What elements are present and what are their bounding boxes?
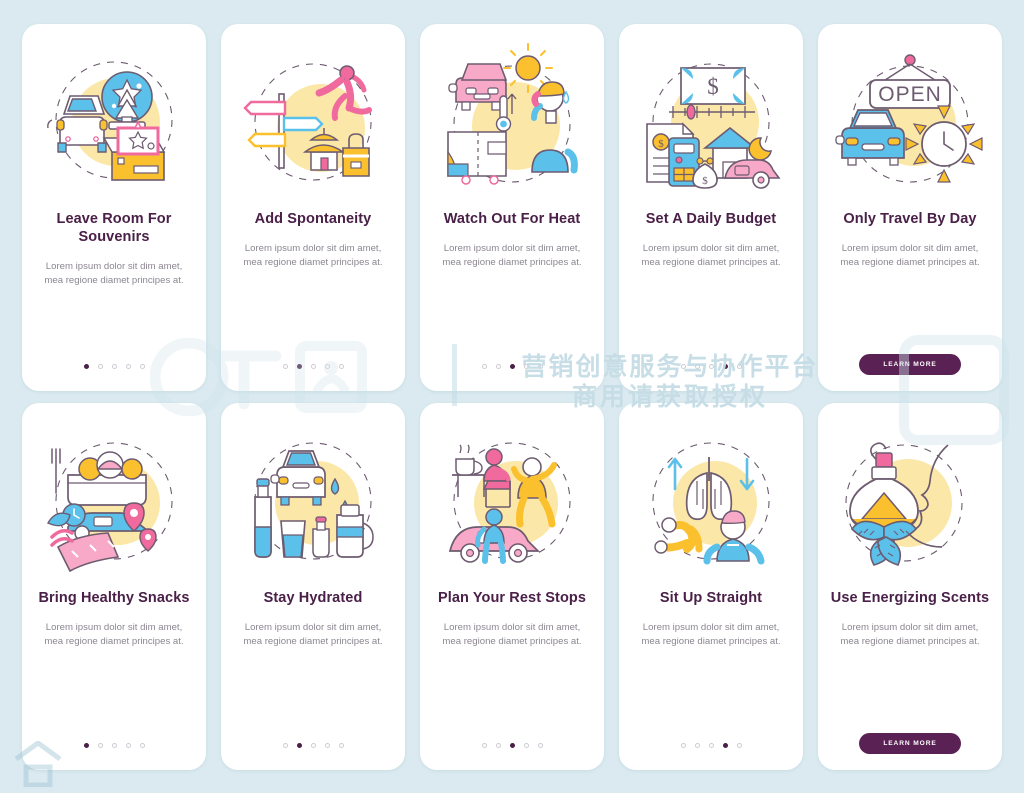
pagination-dot-3[interactable]: [111, 743, 117, 748]
learn-more-button[interactable]: LEARN MORE: [859, 733, 961, 754]
pagination-dot-1[interactable]: [680, 743, 686, 748]
pagination-dot-2[interactable]: [97, 364, 103, 369]
pagination-dot-1[interactable]: [481, 743, 487, 748]
pagination-dot-1[interactable]: [282, 364, 288, 369]
open-sign-car-clock-sun-icon: OPEN: [835, 54, 983, 183]
svg-text:$: $: [707, 74, 719, 99]
card-title: Leave Room For Souvenirs: [56, 211, 172, 245]
pagination-dot-5[interactable]: [537, 743, 543, 748]
pagination-dot-5[interactable]: [338, 364, 344, 369]
onboarding-card-add-spontaneity[interactable]: Add Spontaneity Lorem ipsum dolor sit di…: [221, 24, 405, 391]
pagination-dot-1[interactable]: [83, 743, 89, 748]
pagination-dots[interactable]: [619, 743, 803, 748]
car-trunk-snowglobe-souvenir-box-icon: [47, 61, 173, 181]
pagination-dots[interactable]: [420, 743, 604, 748]
pagination-dot-4[interactable]: [722, 743, 728, 748]
pagination-dot-2[interactable]: [495, 364, 501, 369]
pagination-dot-3[interactable]: [310, 364, 316, 369]
pagination-dot-3[interactable]: [509, 364, 515, 369]
card-body-text: Lorem ipsum dolor sit dim amet, mea regi…: [243, 622, 383, 648]
pagination-dot-4[interactable]: [324, 364, 330, 369]
card-body-text: Lorem ipsum dolor sit dim amet, mea regi…: [840, 243, 980, 269]
card-title: Use Energizing Scents: [830, 590, 990, 606]
card-row-1: Leave Room For Souvenirs Lorem ipsum dol…: [0, 24, 1024, 391]
pagination-dot-5[interactable]: [736, 364, 742, 369]
food-tray-car-map-pins-clock-icon: [47, 442, 173, 573]
pagination-dot-3[interactable]: [310, 743, 316, 748]
pagination-dot-4[interactable]: [523, 743, 529, 748]
car-resting-person-stretching-table-icon: [448, 442, 571, 564]
card-body-text: Lorem ipsum dolor sit dim amet, mea regi…: [442, 622, 582, 648]
svg-text:$: $: [658, 138, 664, 150]
pagination-dot-3[interactable]: [708, 743, 714, 748]
onboarding-screens-board: Leave Room For Souvenirs Lorem ipsum dol…: [0, 0, 1024, 793]
pagination-dot-3[interactable]: [708, 364, 714, 369]
card-body-text: Lorem ipsum dolor sit dim amet, mea regi…: [243, 243, 383, 269]
pagination-dot-4[interactable]: [125, 364, 131, 369]
pagination-dot-5[interactable]: [139, 364, 145, 369]
onboarding-card-watch-out-for-heat[interactable]: Watch Out For Heat Lorem ipsum dolor sit…: [420, 24, 604, 391]
onboarding-card-stay-hydrated[interactable]: Stay Hydrated Lorem ipsum dolor sit dim …: [221, 403, 405, 770]
water-bottle-car-glass-thermos-icon: [254, 442, 374, 560]
pagination-dot-2[interactable]: [495, 743, 501, 748]
pagination-dot-1[interactable]: [680, 364, 686, 369]
onboarding-card-use-energizing-scents[interactable]: Use Energizing Scents Lorem ipsum dolor …: [818, 403, 1002, 770]
onboarding-card-leave-room-for-souvenirs[interactable]: Leave Room For Souvenirs Lorem ipsum dol…: [22, 24, 206, 391]
svg-text:$: $: [702, 175, 708, 187]
pagination-dot-1[interactable]: [481, 364, 487, 369]
pagination-dots[interactable]: [22, 743, 206, 748]
pagination-dot-4[interactable]: [125, 743, 131, 748]
pagination-dot-2[interactable]: [296, 743, 302, 748]
pagination-dot-2[interactable]: [97, 743, 103, 748]
pagination-dots[interactable]: [221, 364, 405, 369]
pagination-dot-5[interactable]: [139, 743, 145, 748]
card-title: Add Spontaneity: [254, 211, 372, 227]
pagination-dot-1[interactable]: [282, 743, 288, 748]
pagination-dot-5[interactable]: [338, 743, 344, 748]
pagination-dot-2[interactable]: [694, 364, 700, 369]
card-body-text: Lorem ipsum dolor sit dim amet, mea regi…: [442, 243, 582, 269]
pagination-dot-3[interactable]: [111, 364, 117, 369]
onboarding-card-set-a-daily-budget[interactable]: $ $ $ Set A Daily Budget Lorem ipsum dol…: [619, 24, 803, 391]
svg-text:OPEN: OPEN: [878, 83, 942, 106]
pagination-dot-2[interactable]: [296, 364, 302, 369]
pagination-dot-4[interactable]: [722, 364, 728, 369]
signpost-jumping-person-pagoda-bag-icon: [243, 63, 372, 181]
card-row-2: Bring Healthy Snacks Lorem ipsum dolor s…: [0, 403, 1024, 770]
pagination-dots[interactable]: [420, 364, 604, 369]
card-body-text: Lorem ipsum dolor sit dim amet, mea regi…: [641, 243, 781, 269]
pagination-dot-3[interactable]: [509, 743, 515, 748]
pagination-dots[interactable]: [619, 364, 803, 369]
banknote-calculator-bill-house-moneybag-car-icon: $ $ $: [646, 63, 781, 189]
card-body-text: Lorem ipsum dolor sit dim amet, mea regi…: [44, 261, 184, 287]
onboarding-card-sit-up-straight[interactable]: Sit Up Straight Lorem ipsum dolor sit di…: [619, 403, 803, 770]
card-title: Sit Up Straight: [659, 590, 763, 606]
onboarding-card-plan-your-rest-stops[interactable]: Plan Your Rest Stops Lorem ipsum dolor s…: [420, 403, 604, 770]
essential-oil-bottle-mint-leaves-face-profile-icon: [845, 442, 963, 566]
onboarding-card-bring-healthy-snacks[interactable]: Bring Healthy Snacks Lorem ipsum dolor s…: [22, 403, 206, 770]
card-title: Set A Daily Budget: [645, 211, 777, 227]
lungs-arrows-spine-seated-person-icon: [652, 442, 770, 565]
pagination-dots[interactable]: [22, 364, 206, 369]
card-body-text: Lorem ipsum dolor sit dim amet, mea regi…: [641, 622, 781, 648]
pagination-dot-2[interactable]: [694, 743, 700, 748]
pagination-dots[interactable]: [221, 743, 405, 748]
card-body-text: Lorem ipsum dolor sit dim amet, mea regi…: [840, 622, 980, 648]
card-title: Bring Healthy Snacks: [38, 590, 190, 606]
onboarding-card-only-travel-by-day[interactable]: OPEN Only Travel By Day Lorem ipsum dolo…: [818, 24, 1002, 391]
pagination-dot-1[interactable]: [83, 364, 89, 369]
pagination-dot-4[interactable]: [523, 364, 529, 369]
pagination-dot-5[interactable]: [537, 364, 543, 369]
card-body-text: Lorem ipsum dolor sit dim amet, mea regi…: [44, 622, 184, 648]
card-title: Watch Out For Heat: [443, 211, 581, 227]
pagination-dot-5[interactable]: [736, 743, 742, 748]
card-title: Stay Hydrated: [263, 590, 363, 606]
sun-car-thermometer-map-sweating-person-icon: [447, 43, 578, 185]
pagination-dot-4[interactable]: [324, 743, 330, 748]
card-title: Plan Your Rest Stops: [437, 590, 587, 606]
card-title: Only Travel By Day: [843, 211, 977, 227]
learn-more-button[interactable]: LEARN MORE: [859, 354, 961, 375]
